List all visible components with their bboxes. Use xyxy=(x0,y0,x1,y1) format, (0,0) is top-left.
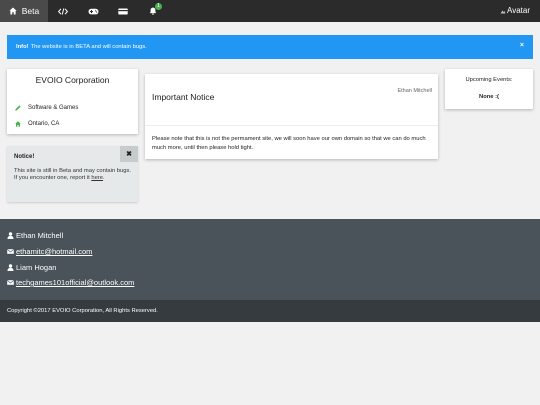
important-notice-title: Important Notice xyxy=(152,92,215,102)
company-card: EVOIO Corporation Software & Games Ontar… xyxy=(7,69,138,134)
envelope-icon xyxy=(7,249,14,254)
user-icon xyxy=(7,264,14,271)
home-icon xyxy=(15,121,21,127)
contact-name: Liam Hogan xyxy=(16,263,57,272)
footer-contact-email: ethamitc@hotmail.com xyxy=(7,247,92,256)
avatar-label: Avatar xyxy=(507,6,530,15)
events-title: Upcoming Events: xyxy=(465,77,513,83)
important-notice-body: Please note that this is not the permame… xyxy=(152,136,426,151)
nav-notifications[interactable]: 1 xyxy=(138,0,168,22)
nav-home-label: Beta xyxy=(21,6,40,16)
code-icon xyxy=(58,7,68,15)
broken-image-icon xyxy=(500,10,506,13)
alert-prefix: Info! xyxy=(16,44,29,50)
nav-payments[interactable] xyxy=(108,0,138,22)
company-location: Ontario, CA xyxy=(28,121,60,127)
industry-row: Software & Games xyxy=(15,105,78,111)
divider xyxy=(145,125,438,126)
notice-author: Ethan Mitchell xyxy=(397,88,432,94)
footer-contact-name: Ethan Mitchell xyxy=(7,231,63,240)
notice-close-button[interactable]: ✖ xyxy=(120,146,138,162)
alert-close-button[interactable]: × xyxy=(520,42,524,49)
report-bug-link[interactable]: here xyxy=(91,175,103,181)
location-row: Ontario, CA xyxy=(15,121,59,127)
nav-games[interactable] xyxy=(78,0,108,22)
user-icon xyxy=(7,232,14,239)
contact-email-link[interactable]: ethamitc@hotmail.com xyxy=(16,247,92,256)
footer: Ethan Mitchell ethamitc@hotmail.com Liam… xyxy=(0,219,540,300)
pencil-icon xyxy=(15,105,21,111)
top-navbar: Beta 1 Avatar xyxy=(0,0,540,22)
footer-contact-email: techgames101official@outlook.com xyxy=(7,278,134,287)
contact-name: Ethan Mitchell xyxy=(16,231,64,240)
copyright-bar: Copyright ©2017 EVOIO Corporation, All R… xyxy=(0,300,540,322)
gamepad-icon xyxy=(88,8,98,14)
footer-contact-name: Liam Hogan xyxy=(7,263,56,272)
envelope-icon xyxy=(7,280,14,285)
company-name: EVOIO Corporation xyxy=(35,75,110,85)
events-card: Upcoming Events: None :( xyxy=(445,69,533,109)
notice-body-end: . xyxy=(102,175,105,182)
beta-alert: Info! The website is in BETA and will co… xyxy=(7,35,533,59)
important-notice-card: Ethan Mitchell Important Notice Please n… xyxy=(145,74,438,159)
beta-notice-panel: ✖ Notice! This site is still in Beta and… xyxy=(7,146,138,202)
company-industry: Software & Games xyxy=(28,105,79,111)
notice-title: Notice! xyxy=(14,154,35,160)
home-icon xyxy=(9,7,17,15)
credit-card-icon xyxy=(118,8,128,14)
contact-email-link[interactable]: techgames101official@outlook.com xyxy=(16,278,134,287)
nav-code[interactable] xyxy=(48,0,78,22)
alert-message: The website is in BETA and will contain … xyxy=(30,44,147,50)
avatar[interactable]: Avatar xyxy=(500,6,530,15)
events-value: None :( xyxy=(479,94,499,100)
notification-badge: 1 xyxy=(155,3,163,10)
notice-body: This site is still in Beta and may conta… xyxy=(14,168,132,182)
nav-home[interactable]: Beta xyxy=(0,0,48,22)
copyright-text: Copyright ©2017 EVOIO Corporation, All R… xyxy=(7,308,158,314)
notice-body-text: This site is still in Beta and may conta… xyxy=(14,168,131,182)
